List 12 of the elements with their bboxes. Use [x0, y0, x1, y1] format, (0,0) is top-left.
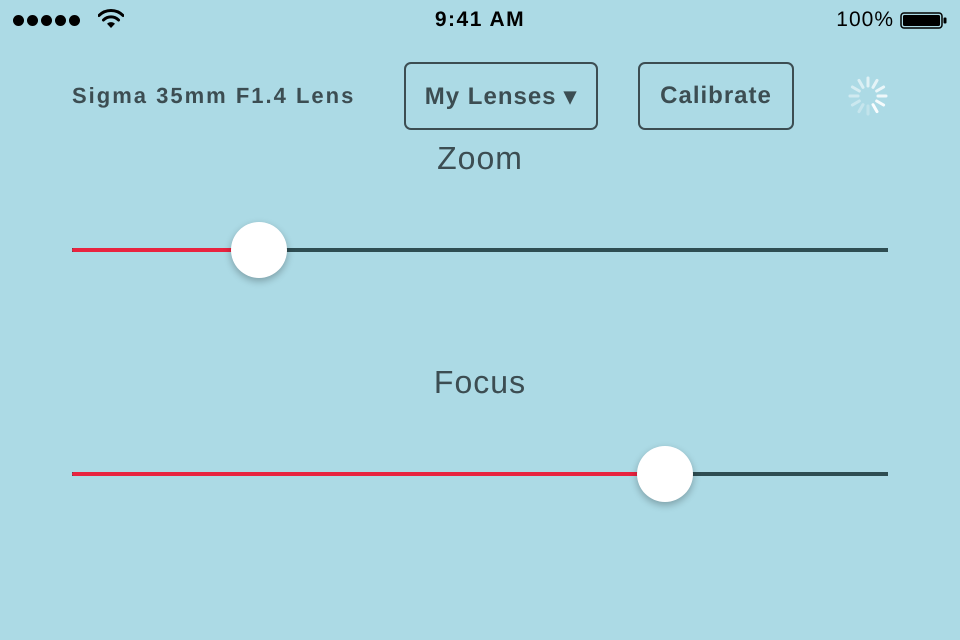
slider-label: Zoom — [437, 140, 523, 176]
battery-percent: 100% — [836, 8, 894, 32]
battery-icon — [900, 12, 947, 28]
slider-thumb[interactable] — [637, 446, 694, 502]
slider-label: Focus — [434, 364, 526, 400]
header-button[interactable]: My Lenses ▾ — [404, 62, 598, 130]
wifi-icon — [98, 9, 124, 28]
header-button[interactable]: Calibrate — [638, 62, 794, 130]
lens-name: Sigma 35mm F1.4 Lens — [72, 83, 356, 109]
status-time: 9:41 AM — [434, 8, 526, 32]
signal-icon — [13, 14, 80, 26]
slider-thumb[interactable] — [230, 222, 287, 278]
